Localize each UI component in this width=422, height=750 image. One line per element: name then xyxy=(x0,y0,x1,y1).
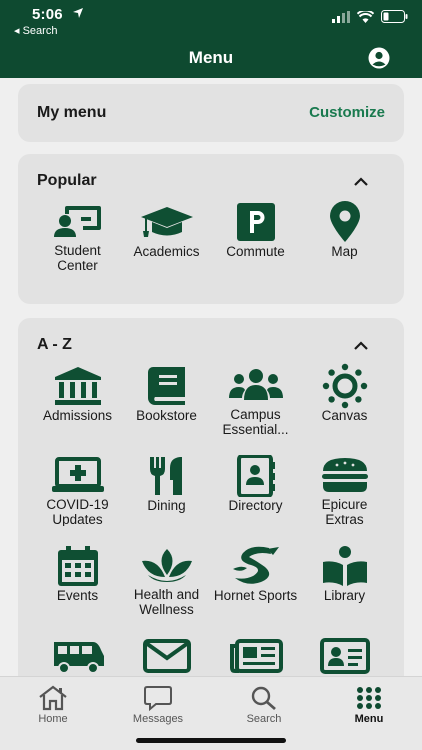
tab-messages[interactable]: Messages xyxy=(118,683,198,725)
customize-button[interactable]: Customize xyxy=(309,104,385,121)
lotus-icon xyxy=(137,544,197,587)
people-group-icon xyxy=(226,364,286,407)
tile-bookstore[interactable]: Bookstore xyxy=(122,364,211,436)
tile-label: Directory xyxy=(228,498,283,513)
tile-campus-essentials[interactable]: Campus Essential... xyxy=(211,364,300,436)
home-icon xyxy=(13,683,93,713)
map-pin-icon xyxy=(315,200,375,244)
tile-label: Bookstore xyxy=(136,408,197,423)
location-arrow-icon xyxy=(72,6,84,24)
tile-epicure-extras[interactable]: Epicure Extras xyxy=(300,454,389,526)
popular-title: Popular xyxy=(37,172,97,189)
tile-label: Commute xyxy=(226,244,285,259)
van-icon xyxy=(48,634,108,678)
tile-label: Student Center xyxy=(54,242,101,272)
tile-events[interactable]: Events xyxy=(33,544,122,616)
chevron-up-icon xyxy=(354,177,368,186)
institution-icon xyxy=(48,364,108,408)
student-center-icon xyxy=(48,200,108,243)
tile-student-center[interactable]: Student Center xyxy=(33,200,122,272)
canvas-icon xyxy=(315,363,375,409)
page-title: Menu xyxy=(188,48,234,67)
wifi-icon xyxy=(357,10,374,23)
my-menu-title: My menu xyxy=(37,104,107,121)
tile-map[interactable]: Map xyxy=(300,200,389,272)
tile-label: Library xyxy=(323,588,366,603)
laptop-medical-icon xyxy=(48,454,108,497)
tile-health-wellness[interactable]: Health and Wellness xyxy=(122,544,211,616)
tab-label: Search xyxy=(246,713,282,725)
battery-icon xyxy=(381,10,408,23)
status-indicators xyxy=(332,10,408,23)
search-icon xyxy=(224,683,304,713)
utensils-icon xyxy=(137,454,197,498)
top-bar: 5:06 ◂ Search Menu xyxy=(0,0,422,78)
chevron-up-icon xyxy=(354,341,368,350)
tile-label: Dining xyxy=(147,498,186,513)
tile-dining[interactable]: Dining xyxy=(122,454,211,526)
mail-icon xyxy=(137,634,197,678)
tab-label: Messages xyxy=(132,713,184,725)
tile-label: Health and Wellness xyxy=(133,586,200,616)
tab-menu[interactable]: Menu xyxy=(329,683,409,725)
tile-hornet-sports[interactable]: Hornet Sports xyxy=(211,544,300,616)
user-circle-icon xyxy=(368,47,390,69)
grid-dots-icon xyxy=(329,683,409,713)
back-to-search-link[interactable]: ◂ Search xyxy=(14,24,57,37)
tab-label: Menu xyxy=(354,713,384,725)
signal-icon xyxy=(332,10,350,23)
tile-label: Academics xyxy=(133,244,200,259)
tab-label: Home xyxy=(38,713,68,725)
tab-search[interactable]: Search xyxy=(224,683,304,725)
tile-covid-updates[interactable]: COVID-19 Updates xyxy=(33,454,122,526)
tile-directory[interactable]: Directory xyxy=(211,454,300,526)
id-card-icon xyxy=(315,634,375,678)
tile-canvas[interactable]: Canvas xyxy=(300,363,389,436)
newspaper-icon xyxy=(226,634,286,678)
a-z-title: A - Z xyxy=(37,336,72,353)
tile-admissions[interactable]: Admissions xyxy=(33,364,122,436)
book-icon xyxy=(137,364,197,408)
burger-icon xyxy=(315,454,375,497)
tile-label: Events xyxy=(56,588,99,603)
tile-library[interactable]: Library xyxy=(300,544,389,616)
tile-label: Canvas xyxy=(321,408,368,423)
tab-home[interactable]: Home xyxy=(13,683,93,725)
hornet-logo-icon xyxy=(226,544,286,588)
tile-label: Campus Essential... xyxy=(222,406,289,436)
tile-academics[interactable]: Academics xyxy=(122,200,211,272)
calendar-icon xyxy=(48,544,108,588)
home-indicator xyxy=(136,738,286,743)
parking-icon xyxy=(226,200,286,244)
collapse-popular-button[interactable] xyxy=(354,173,368,191)
chat-icon xyxy=(118,683,198,713)
open-book-icon xyxy=(315,544,375,588)
a-z-grid: Admissions Bookstore Campus Essential...… xyxy=(33,363,389,706)
tile-label: COVID-19 Updates xyxy=(46,496,109,526)
popular-section: Popular Student Center Academics Commute xyxy=(18,154,404,304)
popular-grid: Student Center Academics Commute Map xyxy=(33,200,389,272)
address-book-icon xyxy=(226,454,286,498)
tile-commute[interactable]: Commute xyxy=(211,200,300,272)
tile-label: Hornet Sports xyxy=(213,588,298,603)
status-time: 5:06 xyxy=(32,6,63,23)
my-menu-card: My menu Customize xyxy=(18,84,404,142)
profile-button[interactable] xyxy=(368,47,390,74)
tile-label: Admissions xyxy=(42,408,113,423)
tile-label: Epicure Extras xyxy=(321,496,368,526)
tile-label: Map xyxy=(331,244,358,259)
collapse-a-z-button[interactable] xyxy=(354,337,368,355)
graduation-cap-icon xyxy=(137,200,197,244)
